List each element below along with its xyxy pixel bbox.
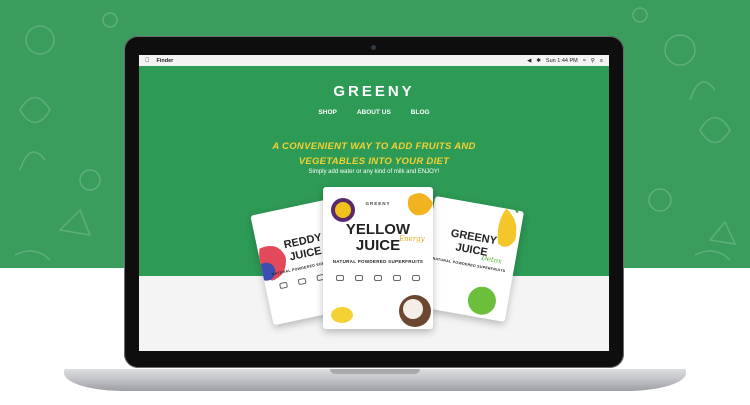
nav-about-us[interactable]: ABOUT US	[357, 109, 391, 116]
wifi-icon[interactable]: ≈	[583, 58, 586, 64]
pack-icons	[331, 275, 425, 281]
laptop-screen:  Finder ◀ ✱ Sun 1:44 PM ≈ ⚲ ≡ GREENY SH…	[139, 55, 609, 351]
clock[interactable]: Sun 1:44 PM	[546, 58, 578, 64]
mango-illustration	[407, 193, 433, 216]
nav-blog[interactable]: BLOG	[411, 109, 430, 116]
headline-line-1: A CONVENIENT WAY TO ADD FRUITS AND	[272, 141, 476, 152]
laptop-notch	[330, 369, 420, 374]
menubar-status: ◀ ✱ Sun 1:44 PM ≈ ⚲ ≡	[527, 58, 603, 64]
pack-subtitle: NATURAL POWDERED SUPERFRUITS	[332, 259, 424, 264]
coconut-illustration	[399, 295, 431, 327]
product-yellow-juice[interactable]: GREENY YELLOW JUICE Energy NATURAL POWDE…	[323, 187, 433, 329]
finder-menu[interactable]: Finder	[157, 58, 174, 64]
apple-icon[interactable]: 	[145, 58, 150, 64]
headline-line-2: VEGETABLES INTO YOUR DIET	[298, 156, 450, 167]
search-icon[interactable]: ⚲	[591, 58, 595, 64]
camera-icon	[371, 45, 376, 50]
pack-tag: Energy	[399, 235, 425, 243]
menu-icon[interactable]: ≡	[600, 58, 603, 64]
main-nav: SHOP ABOUT US BLOG	[139, 109, 609, 116]
lemon-illustration	[331, 307, 353, 323]
site-logo[interactable]: GREENY	[139, 83, 609, 100]
apple-slice-illustration	[467, 286, 496, 315]
hero-headline: A CONVENIENT WAY TO ADD FRUITS AND VEGET…	[139, 139, 609, 169]
volume-icon[interactable]: ◀	[527, 58, 531, 64]
hero-subline: Simply add water or any kind of milk and…	[308, 169, 440, 175]
bluetooth-icon[interactable]: ✱	[536, 58, 541, 64]
nav-shop[interactable]: SHOP	[318, 109, 336, 116]
